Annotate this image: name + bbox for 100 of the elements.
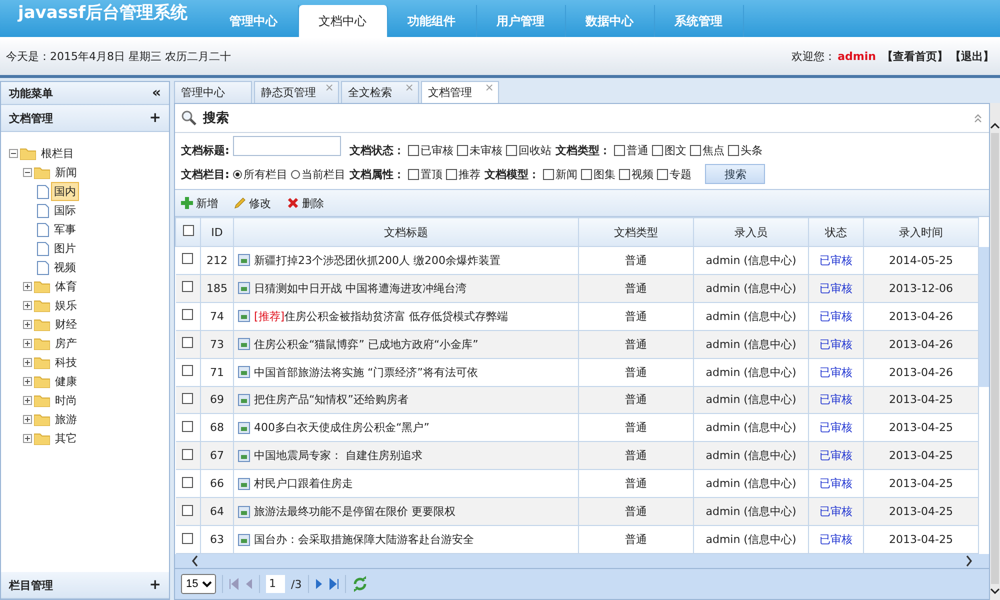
column-header[interactable]: 录入时间 <box>864 218 978 246</box>
tree-item[interactable]: 时尚 <box>52 391 80 410</box>
checkbox[interactable] <box>728 144 740 156</box>
header-link[interactable]: 【查看首页】 <box>882 48 948 64</box>
add-button[interactable]: + <box>149 577 161 593</box>
document-title-link[interactable]: 住房公积金“猫鼠博弈” 已成地方政府“小金库” <box>254 336 478 352</box>
toolbar-button[interactable]: 新增 <box>181 196 218 210</box>
column-header[interactable]: ID <box>200 218 234 246</box>
checkbox-option[interactable]: 置顶 <box>408 166 442 182</box>
select-all-checkbox[interactable] <box>182 225 194 236</box>
document-title-link[interactable]: 国台办：会采取措施保障大陆游客赴台游安全 <box>254 532 474 548</box>
title-input-field[interactable] <box>233 136 342 156</box>
row-checkbox[interactable] <box>182 476 194 488</box>
checkbox[interactable] <box>581 168 592 180</box>
section-header[interactable]: 文档管理 + <box>1 105 169 132</box>
page-input-field[interactable]: 1 <box>266 575 285 593</box>
tree-item[interactable]: 娱乐 <box>52 296 80 315</box>
column-header[interactable]: 文档类型 <box>578 218 694 246</box>
row-checkbox[interactable] <box>182 309 194 320</box>
status-link[interactable]: 已审核 <box>808 302 864 330</box>
checkbox[interactable] <box>657 168 668 180</box>
scroll-right-icon[interactable] <box>965 555 973 567</box>
checkbox-option[interactable]: 推荐 <box>446 166 480 182</box>
checkbox-option[interactable]: 图集 <box>581 166 616 182</box>
column-header[interactable]: 录入员 <box>694 218 808 246</box>
collapse-button[interactable]: « <box>152 85 161 101</box>
tree-item[interactable]: 房产 <box>52 334 80 353</box>
checkbox-option[interactable]: 专题 <box>657 166 692 182</box>
tree-item[interactable]: 其它 <box>52 429 80 448</box>
scrollbar[interactable] <box>990 103 1000 600</box>
scroll-left-icon[interactable] <box>191 555 199 567</box>
checkbox-option[interactable]: 普通 <box>614 142 648 158</box>
document-title-link[interactable]: 日猜测如中日开战 中国将遭海进攻冲绳台湾 <box>254 280 466 296</box>
toolbar-button[interactable]: 修改 <box>234 196 271 210</box>
search-button[interactable]: 搜索 <box>705 164 766 184</box>
row-checkbox[interactable] <box>182 504 194 516</box>
document-title-link[interactable]: 新疆打掉23个涉恐团伙抓200人 缴200余爆炸装置 <box>254 252 500 268</box>
tree-item[interactable]: 健康 <box>52 372 80 391</box>
last-page-icon[interactable] <box>328 578 339 590</box>
next-page-icon[interactable] <box>314 578 323 590</box>
tree-item[interactable]: 视频 <box>51 258 79 277</box>
row-checkbox[interactable] <box>182 532 194 544</box>
status-link[interactable]: 已审核 <box>808 442 864 470</box>
row-checkbox[interactable] <box>182 392 194 404</box>
checkbox[interactable] <box>446 168 458 180</box>
expand-icon[interactable] <box>23 434 32 443</box>
checkbox[interactable] <box>543 168 554 180</box>
tree-item[interactable]: 军事 <box>51 220 79 239</box>
expand-icon[interactable] <box>23 377 32 386</box>
document-title-link[interactable]: 中国首部旅游法将实施 “门票经济”将有法可依 <box>254 364 478 380</box>
document-title-link[interactable]: 中国地震局专家： 自建住房别追求 <box>254 448 422 464</box>
collapse-icon[interactable] <box>9 149 18 158</box>
document-title-link[interactable]: 村民户口跟着住房走 <box>254 476 353 492</box>
refresh-icon[interactable] <box>352 576 368 592</box>
tab[interactable]: 静态页管理 × <box>254 81 339 103</box>
row-checkbox[interactable] <box>182 448 194 460</box>
scroll-up-icon[interactable] <box>990 123 1000 129</box>
expand-icon[interactable] <box>23 358 32 367</box>
tab[interactable]: 文档管理 × <box>421 81 499 103</box>
row-checkbox[interactable] <box>182 420 194 432</box>
document-title-link[interactable]: 旅游法最终功能不是停留在限价 更要限权 <box>254 504 456 520</box>
column-header[interactable]: 状态 <box>808 218 864 246</box>
document-title-link[interactable]: [推荐]住房公积金被指劫贫济富 低存低贷模式存弊端 <box>254 308 508 324</box>
expand-icon[interactable] <box>23 301 32 310</box>
tree-item[interactable]: 图片 <box>51 239 79 258</box>
status-link[interactable]: 已审核 <box>808 498 864 526</box>
checkbox[interactable] <box>619 168 630 180</box>
row-checkbox[interactable] <box>182 365 194 376</box>
toolbar-button[interactable]: 删除 <box>287 196 324 210</box>
row-checkbox[interactable] <box>182 253 194 264</box>
chevrons-up-icon[interactable] <box>973 113 983 123</box>
document-title-link[interactable]: 把住房产品“知情权”还给购房者 <box>254 392 408 408</box>
checkbox[interactable] <box>690 144 702 156</box>
checkbox-option[interactable]: 回收站 <box>506 142 552 158</box>
status-link[interactable]: 已审核 <box>808 274 864 302</box>
tree-item[interactable]: 财经 <box>52 315 80 334</box>
checkbox[interactable] <box>457 144 468 156</box>
tree-item[interactable]: 根栏目 <box>38 144 77 163</box>
checkbox[interactable] <box>408 144 420 156</box>
expand-icon[interactable] <box>23 282 32 291</box>
radio-option[interactable]: 当前栏目 <box>291 166 346 182</box>
radio-button[interactable] <box>291 170 300 178</box>
tree-item[interactable]: 旅游 <box>52 410 80 429</box>
tree-item[interactable]: 新闻 <box>52 163 80 182</box>
checkbox-option[interactable]: 头条 <box>728 142 762 158</box>
nav-tab[interactable]: 文档中心 <box>298 5 388 37</box>
row-checkbox[interactable] <box>182 337 194 348</box>
checkbox[interactable] <box>408 168 420 180</box>
column-header[interactable]: 文档标题 <box>234 218 578 246</box>
checkbox[interactable] <box>614 144 626 156</box>
scroll-down-icon[interactable] <box>990 588 1000 594</box>
checkbox-option[interactable]: 已审核 <box>408 142 454 158</box>
expand-icon[interactable] <box>23 320 32 329</box>
status-link[interactable]: 已审核 <box>808 330 864 358</box>
row-checkbox[interactable] <box>182 281 194 292</box>
expand-icon[interactable] <box>23 396 32 405</box>
page-size-select[interactable]: 15 <box>181 574 216 594</box>
document-title-link[interactable]: 400多白衣天使成住房公积金“黑户” <box>254 420 430 436</box>
status-link[interactable]: 已审核 <box>808 246 864 274</box>
tab[interactable]: 管理中心 <box>174 81 252 103</box>
